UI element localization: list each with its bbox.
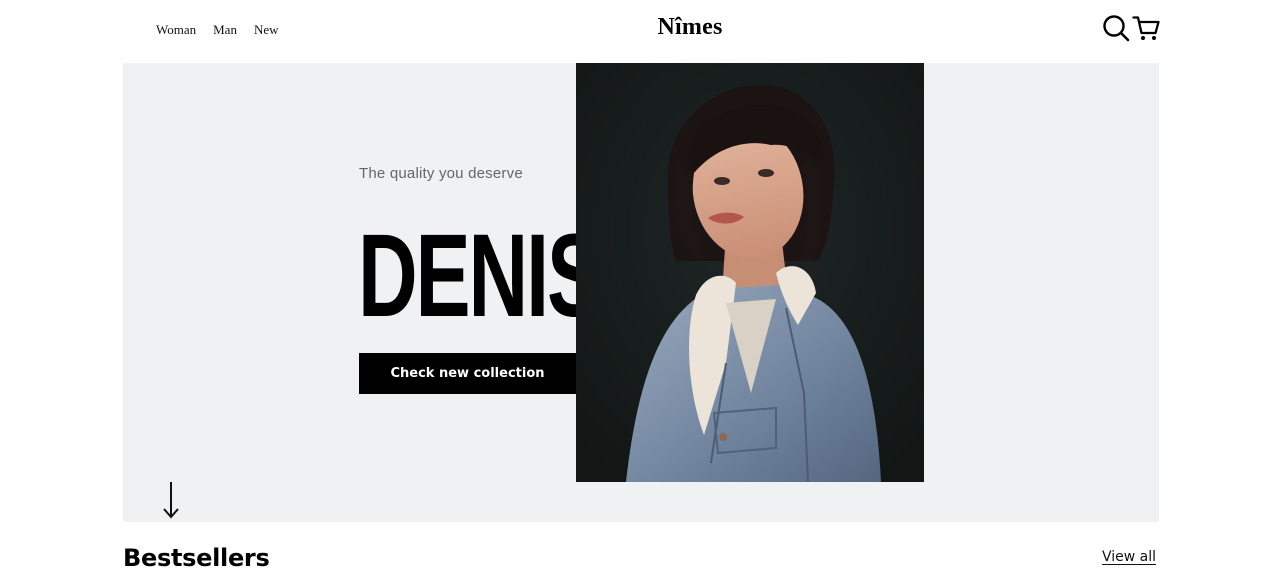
nav-link-man[interactable]: Man	[213, 22, 237, 38]
search-icon[interactable]	[1102, 14, 1130, 42]
hero-tagline: The quality you deserve	[359, 165, 523, 182]
arrow-down-icon[interactable]	[161, 481, 181, 519]
hero-headline-wrap: DENIS	[358, 221, 576, 331]
hero-headline: DENIS	[358, 221, 576, 331]
main-nav: Woman Man New	[156, 22, 279, 38]
header-actions	[1102, 14, 1160, 42]
nav-link-new[interactable]: New	[254, 22, 279, 38]
check-collection-button[interactable]: Check new collection	[359, 353, 576, 394]
view-all-link[interactable]: View all	[1102, 549, 1156, 565]
cart-icon[interactable]	[1132, 14, 1160, 42]
brand-logo[interactable]: Nîmes	[640, 14, 740, 41]
model-portrait-image	[576, 63, 924, 482]
bestsellers-heading: Bestsellers	[123, 544, 270, 572]
top-navigation: Woman Man New Nîmes	[0, 0, 1280, 63]
hero-photo	[576, 63, 924, 482]
nav-link-woman[interactable]: Woman	[156, 22, 196, 38]
hero-banner: The quality you deserve DENIS Check new …	[123, 63, 1159, 522]
